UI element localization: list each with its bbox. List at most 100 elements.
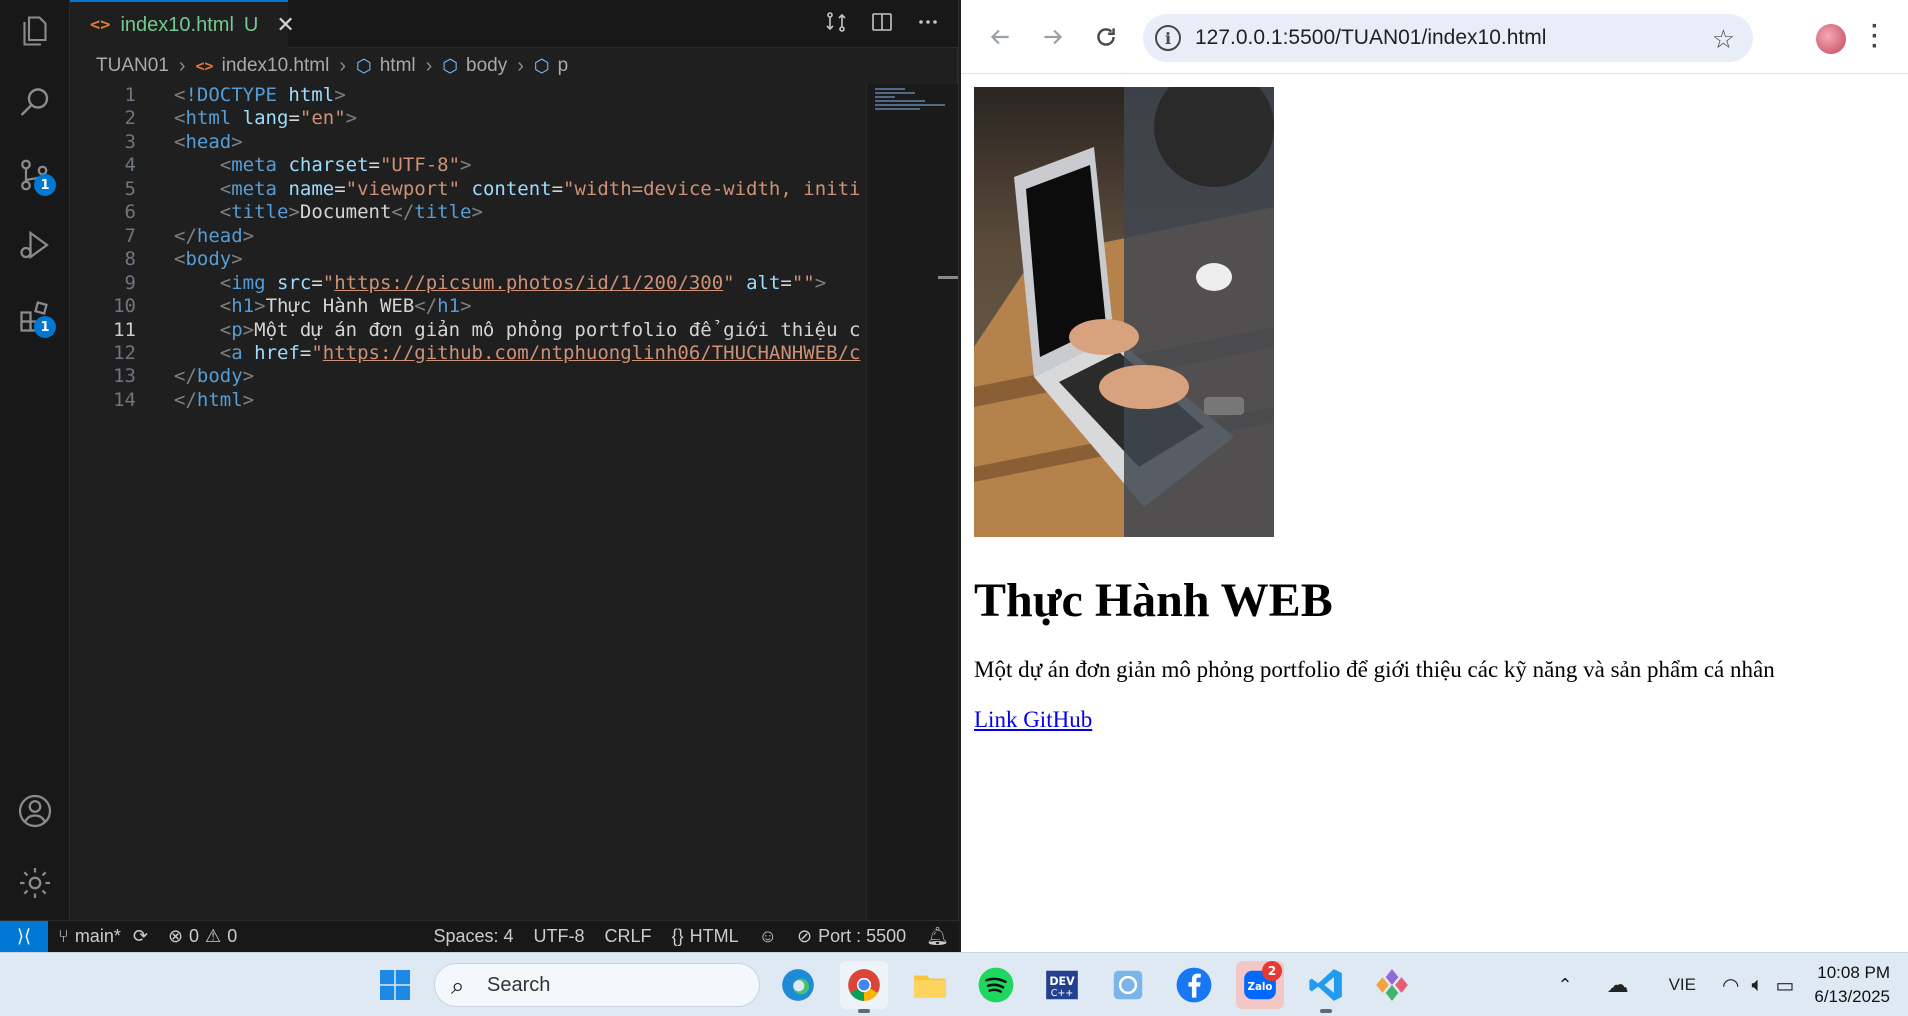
sync-icon[interactable]: ⟳ xyxy=(133,926,148,947)
problems-status[interactable]: ⊗ 0 ⚠ 0 xyxy=(158,926,247,947)
symbol-cube-icon: ⬡ xyxy=(442,55,459,76)
no-entry-icon: ⊘ xyxy=(796,926,813,946)
code-text: </body> xyxy=(174,365,255,388)
code-line[interactable]: 4 <meta charset="UTF-8"> xyxy=(70,154,866,177)
code-line[interactable]: 9 <img src="https://picsum.photos/id/1/2… xyxy=(70,272,866,295)
chevron-up-icon[interactable]: ⌃ xyxy=(1544,975,1587,996)
windows-start-icon[interactable] xyxy=(371,961,419,1009)
file-explorer-icon[interactable] xyxy=(906,961,954,1009)
taskbar-search[interactable]: ⌕ Search xyxy=(434,963,760,1007)
volume-icon[interactable]: 🔈︎ xyxy=(1745,974,1769,997)
branch-status[interactable]: ⑂ main* ⟳ xyxy=(48,926,158,947)
clock[interactable]: 10:08 PM 6/13/2025 xyxy=(1814,961,1908,1009)
editor-tab-bar: <> index10.html U ✕ xyxy=(70,0,958,48)
facebook-icon[interactable] xyxy=(1170,961,1218,1009)
run-debug-icon[interactable] xyxy=(12,222,58,268)
onedrive-cloud-icon[interactable]: ☁ xyxy=(1587,972,1649,998)
github-link[interactable]: Link GitHub xyxy=(974,707,1092,733)
search-icon: ⌕ xyxy=(451,973,465,1000)
extensions-icon[interactable]: 1 xyxy=(12,294,58,340)
eol-status[interactable]: CRLF xyxy=(595,926,662,947)
html-file-icon: <> xyxy=(90,15,111,35)
language-mode[interactable]: {} HTML xyxy=(662,926,749,947)
edge-icon[interactable] xyxy=(774,961,822,1009)
code-line[interactable]: 12 <a href="https://github.com/ntphuongl… xyxy=(70,342,866,365)
code-text: <body> xyxy=(174,248,243,271)
close-icon[interactable]: ✕ xyxy=(276,12,294,38)
code-line[interactable]: 10 <h1>Thực Hành WEB</h1> xyxy=(70,295,866,318)
back-arrow-icon[interactable] xyxy=(983,20,1017,54)
profile-avatar[interactable] xyxy=(1816,24,1846,54)
explorer-icon[interactable] xyxy=(12,8,58,54)
web-page: Thực Hành WEB Một dự án đơn giản mô phỏn… xyxy=(961,75,1908,952)
minimap[interactable] xyxy=(866,84,958,920)
scrollbar-thumb[interactable] xyxy=(938,276,958,279)
breadcrumb-p[interactable]: p xyxy=(558,55,569,77)
svg-text:C++: C++ xyxy=(1051,988,1074,999)
code-line[interactable]: 11 <p>Một dự án đơn giản mô phỏng portfo… xyxy=(70,319,866,342)
code-editor[interactable]: 1 <!DOCTYPE html> 2 <html lang="en"> 3 <head>… xyxy=(70,84,866,920)
search-icon[interactable] xyxy=(12,80,58,126)
input-language[interactable]: VIE xyxy=(1649,975,1716,995)
code-line[interactable]: 8 <body> xyxy=(70,248,866,271)
line-number: 13 xyxy=(113,365,136,388)
breadcrumb-html[interactable]: html xyxy=(380,55,416,77)
live-server-status[interactable]: ⊘ Port : 5500 xyxy=(787,926,916,947)
code-line[interactable]: 5 <meta name="viewport" content="width=d… xyxy=(70,178,866,201)
code-text: <head> xyxy=(174,130,243,153)
battery-icon[interactable]: ▭ xyxy=(1769,973,1814,998)
site-info-icon[interactable]: i xyxy=(1155,25,1181,51)
source-control-badge: 1 xyxy=(34,174,56,196)
dev-tool-icon[interactable] xyxy=(1368,961,1416,1009)
chrome-icon[interactable] xyxy=(840,961,888,1013)
code-text: <meta charset="UTF-8"> xyxy=(219,154,472,177)
extensions-badge: 1 xyxy=(34,316,56,338)
tab-index10-html[interactable]: <> index10.html U ✕ xyxy=(70,0,295,48)
code-line[interactable]: 14 </html> xyxy=(70,389,866,412)
code-line[interactable]: 7 </head> xyxy=(70,225,866,248)
encoding-status[interactable]: UTF-8 xyxy=(524,926,595,947)
settings-gear-icon[interactable] xyxy=(12,860,58,906)
line-number: 7 xyxy=(124,224,136,247)
forward-arrow-icon[interactable] xyxy=(1036,20,1070,54)
split-editor-icon[interactable] xyxy=(870,10,894,39)
svg-text:DEV: DEV xyxy=(1049,975,1075,988)
more-actions-icon[interactable] xyxy=(916,10,940,39)
wifi-icon[interactable]: ◠ xyxy=(1716,973,1745,998)
source-control-icon[interactable]: 1 xyxy=(12,152,58,198)
code-line[interactable]: 2 <html lang="en"> xyxy=(70,107,866,130)
breadcrumb-body[interactable]: body xyxy=(466,55,507,77)
remote-indicator-icon[interactable]: ⟩⟨ xyxy=(0,920,48,953)
indentation-status[interactable]: Spaces: 4 xyxy=(423,926,523,947)
spotify-icon[interactable] xyxy=(972,961,1020,1009)
accounts-icon[interactable] xyxy=(12,788,58,834)
code-text: <img src="https://picsum.photos/id/1/200… xyxy=(219,271,827,294)
language-name: HTML xyxy=(689,926,739,946)
git-branch-icon: ⑂ xyxy=(58,926,69,946)
code-line[interactable]: 13 </body> xyxy=(70,365,866,388)
line-number: 14 xyxy=(113,388,136,411)
code-line[interactable]: 1 <!DOCTYPE html> xyxy=(70,84,866,107)
svg-text:Zalo: Zalo xyxy=(1248,981,1273,993)
code-text: </head> xyxy=(174,224,255,247)
notifications-bell-icon[interactable]: 🔔︎ xyxy=(916,926,959,947)
open-changes-icon[interactable] xyxy=(824,10,848,39)
tab-filename: index10.html xyxy=(120,13,234,36)
laptop-photo xyxy=(974,87,1274,537)
copilot-icon[interactable]: ☺ xyxy=(749,926,787,947)
vscode-icon[interactable] xyxy=(1302,961,1350,1013)
code-line[interactable]: 3 <head> xyxy=(70,131,866,154)
breadcrumb-file[interactable]: index10.html xyxy=(222,55,330,77)
breadcrumb-folder[interactable]: TUAN01 xyxy=(96,55,169,77)
branch-name: main* xyxy=(74,926,121,946)
code-text: <h1>Thực Hành WEB</h1> xyxy=(219,295,472,318)
bookmark-star-icon[interactable]: ☆ xyxy=(1712,24,1735,55)
zalo-icon[interactable]: Zalo 2 xyxy=(1236,961,1284,1009)
code-line[interactable]: 6 <title>Document</title> xyxy=(70,201,866,224)
address-bar[interactable]: i 127.0.0.1:5500/TUAN01/index10.html ☆ xyxy=(1143,14,1753,62)
dev-cpp-icon[interactable]: DEV C++ xyxy=(1038,961,1086,1009)
app-cloud-icon[interactable] xyxy=(1104,961,1152,1009)
reload-icon[interactable] xyxy=(1089,20,1123,54)
code-text: <meta name="viewport" content="width=dev… xyxy=(219,177,861,200)
menu-dots-icon[interactable]: · · · xyxy=(1871,15,1879,59)
